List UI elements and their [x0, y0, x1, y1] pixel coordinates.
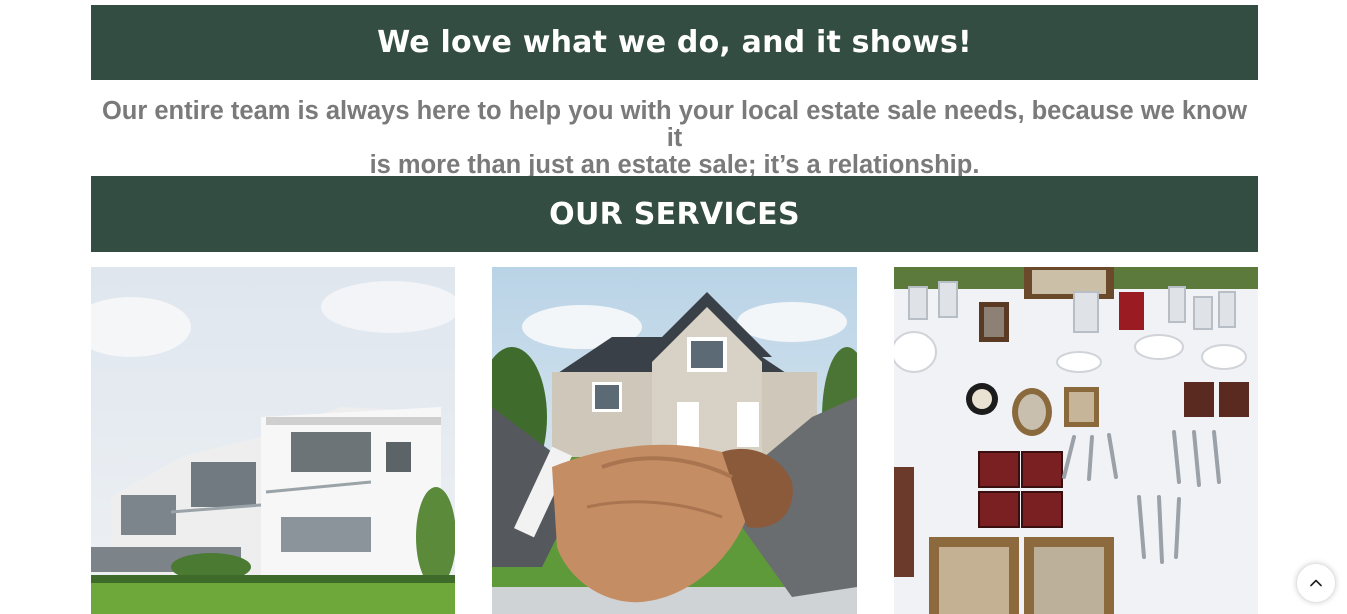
hero-heading: We love what we do, and it shows!	[377, 25, 972, 60]
service-card-modern-house[interactable]	[91, 267, 455, 614]
service-card-antiques[interactable]	[894, 267, 1258, 614]
services-heading: OUR SERVICES	[549, 196, 800, 232]
modern-house-photo	[91, 267, 455, 614]
antiques-table-photo	[894, 267, 1258, 614]
intro-text: Our entire team is always here to help y…	[91, 98, 1258, 179]
handshake-house-photo	[492, 267, 857, 614]
intro-line-1: Our entire team is always here to help y…	[101, 97, 1248, 152]
hero-heading-banner: We love what we do, and it shows!	[91, 5, 1258, 80]
scroll-to-top-button[interactable]	[1296, 563, 1336, 603]
chevron-up-icon	[1310, 579, 1322, 587]
service-card-handshake[interactable]	[492, 267, 857, 614]
intro-line-2: is more than just an estate sale; it’s a…	[369, 151, 980, 179]
services-heading-banner: OUR SERVICES	[91, 176, 1258, 252]
